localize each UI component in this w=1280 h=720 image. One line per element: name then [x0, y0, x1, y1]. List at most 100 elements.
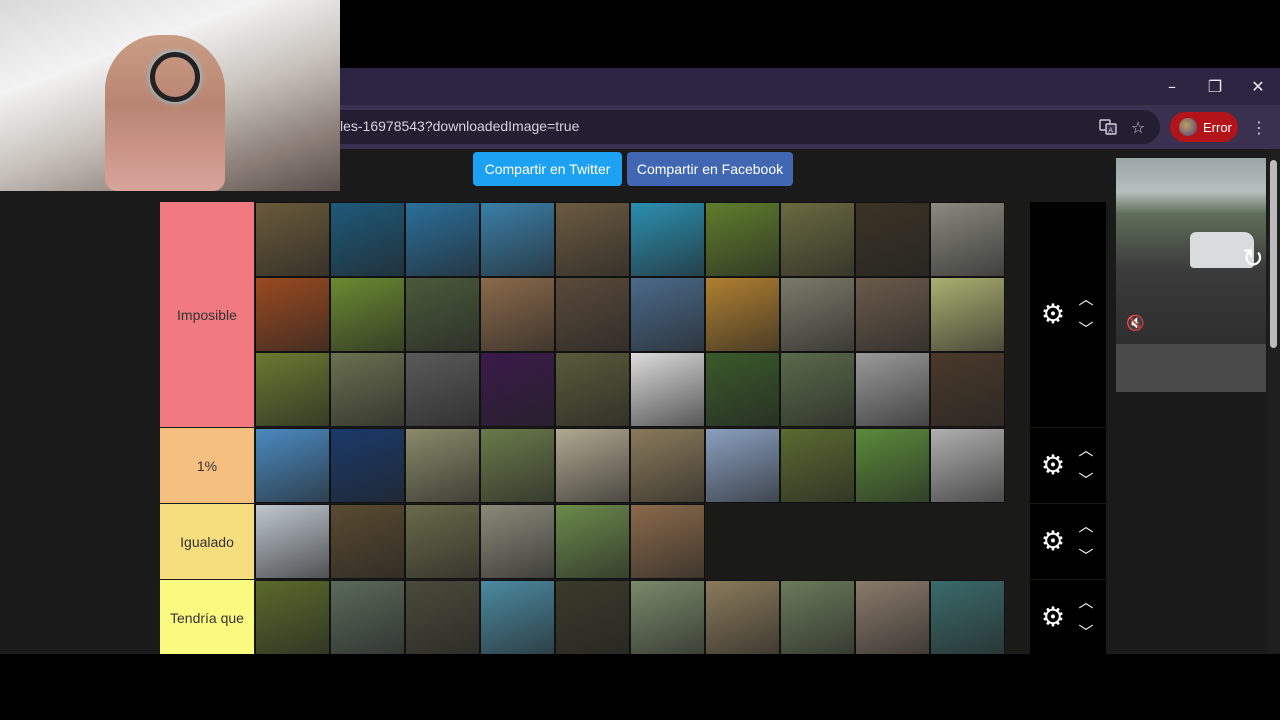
move-down-icon[interactable]: ﹀ [1074, 622, 1098, 642]
menu-icon[interactable]: ⋮ [1250, 116, 1268, 138]
tier-item-image[interactable] [780, 580, 855, 654]
tier-item-image[interactable] [780, 277, 855, 352]
minimize-button[interactable]: – [1150, 68, 1194, 105]
mute-icon[interactable]: 🔇 [1126, 314, 1145, 332]
tier-item-image[interactable] [255, 352, 330, 427]
tier-item-image[interactable] [330, 277, 405, 352]
tier-item-image[interactable] [705, 580, 780, 654]
tier-list: Imposible ⚙ ︿ ﹀ 1% ⚙ ︿ ﹀ Igualado ⚙ ︿ ﹀ Tendría que ⚙… [160, 202, 1106, 654]
tier-row: Imposible ⚙ ︿ ﹀ [160, 202, 1106, 427]
tier-item-image[interactable] [405, 352, 480, 427]
translate-icon[interactable]: A [1097, 116, 1119, 138]
tier-item-image[interactable] [480, 580, 555, 654]
tier-item-image[interactable] [855, 580, 930, 654]
share-twitter-button[interactable]: Compartir en Twitter [473, 152, 622, 186]
replay-icon[interactable]: ↻ [1242, 244, 1264, 274]
tier-item-image[interactable] [555, 277, 630, 352]
gear-icon[interactable]: ⚙ [1038, 450, 1068, 481]
tier-item-image[interactable] [705, 277, 780, 352]
tier-item-image[interactable] [255, 277, 330, 352]
tier-tiles [255, 580, 1005, 654]
tier-item-image[interactable] [405, 580, 480, 654]
tier-item-image[interactable] [630, 504, 705, 579]
video-frame[interactable]: ↻ 🔇 [1116, 158, 1266, 344]
scrollbar-thumb[interactable] [1270, 160, 1277, 348]
tier-label[interactable]: Imposible [160, 202, 254, 427]
tier-item-image[interactable] [930, 352, 1005, 427]
tier-item-image[interactable] [855, 352, 930, 427]
title-bar [340, 68, 1280, 105]
tier-item-image[interactable] [405, 504, 480, 579]
tier-row: 1% ⚙ ︿ ﹀ [160, 428, 1106, 503]
tier-tiles [255, 504, 1005, 579]
error-label: Error [1203, 119, 1232, 135]
tier-item-image[interactable] [330, 504, 405, 579]
move-up-icon[interactable]: ︿ [1074, 289, 1098, 309]
restore-button[interactable]: ❐ [1193, 68, 1237, 105]
headset-icon [150, 52, 200, 102]
tier-item-image[interactable] [255, 428, 330, 503]
tier-item-image[interactable] [255, 504, 330, 579]
tier-controls: ⚙ ︿ ﹀ [1030, 580, 1106, 654]
tier-item-image[interactable] [480, 277, 555, 352]
tier-label[interactable]: Igualado [160, 504, 254, 579]
profile-error-chip[interactable]: Error [1170, 112, 1238, 142]
tier-item-image[interactable] [480, 352, 555, 427]
tier-item-image[interactable] [705, 202, 780, 277]
tier-item-image[interactable] [780, 428, 855, 503]
move-down-icon[interactable]: ﹀ [1074, 546, 1098, 566]
tier-item-image[interactable] [630, 202, 705, 277]
tier-item-image[interactable] [855, 202, 930, 277]
tier-item-image[interactable] [705, 428, 780, 503]
move-down-icon[interactable]: ﹀ [1074, 470, 1098, 490]
gear-icon[interactable]: ⚙ [1038, 526, 1068, 557]
tier-item-image[interactable] [405, 202, 480, 277]
tier-item-image[interactable] [480, 504, 555, 579]
tier-item-image[interactable] [630, 428, 705, 503]
tier-item-image[interactable] [255, 580, 330, 654]
tier-item-image[interactable] [780, 352, 855, 427]
tier-item-image[interactable] [255, 202, 330, 277]
tier-item-image[interactable] [405, 277, 480, 352]
tier-row: Tendría que ⚙ ︿ ﹀ [160, 580, 1106, 654]
tier-item-image[interactable] [930, 428, 1005, 503]
tier-label[interactable]: 1% [160, 428, 254, 503]
tier-item-image[interactable] [555, 504, 630, 579]
tier-controls: ⚙ ︿ ﹀ [1030, 202, 1106, 427]
tier-item-image[interactable] [855, 428, 930, 503]
tier-item-image[interactable] [930, 202, 1005, 277]
tier-item-image[interactable] [555, 352, 630, 427]
tier-item-image[interactable] [630, 277, 705, 352]
tier-item-image[interactable] [630, 580, 705, 654]
tier-controls: ⚙ ︿ ﹀ [1030, 428, 1106, 503]
tier-item-image[interactable] [630, 352, 705, 427]
tier-item-image[interactable] [480, 428, 555, 503]
tier-item-image[interactable] [555, 580, 630, 654]
tier-item-image[interactable] [930, 277, 1005, 352]
star-icon[interactable]: ☆ [1127, 116, 1149, 138]
move-up-icon[interactable]: ︿ [1074, 516, 1098, 536]
share-facebook-button[interactable]: Compartir en Facebook [627, 152, 793, 186]
tier-item-image[interactable] [330, 428, 405, 503]
tier-item-image[interactable] [855, 277, 930, 352]
tier-item-image[interactable] [330, 352, 405, 427]
tier-item-image[interactable] [555, 428, 630, 503]
tier-tiles [255, 428, 1005, 503]
tier-label[interactable]: Tendría que [160, 580, 254, 654]
gear-icon[interactable]: ⚙ [1038, 299, 1068, 330]
tier-item-image[interactable] [330, 580, 405, 654]
url-text[interactable]: les-16978543?downloadedImage=true [340, 118, 579, 134]
tier-item-image[interactable] [930, 580, 1005, 654]
tier-item-image[interactable] [780, 202, 855, 277]
gear-icon[interactable]: ⚙ [1038, 602, 1068, 633]
close-button[interactable]: ✕ [1236, 68, 1280, 105]
tier-item-image[interactable] [330, 202, 405, 277]
tier-item-image[interactable] [405, 428, 480, 503]
move-up-icon[interactable]: ︿ [1074, 592, 1098, 612]
move-down-icon[interactable]: ﹀ [1074, 319, 1098, 339]
tier-item-image[interactable] [480, 202, 555, 277]
move-up-icon[interactable]: ︿ [1074, 440, 1098, 460]
tier-item-image[interactable] [555, 202, 630, 277]
tier-item-image[interactable] [705, 352, 780, 427]
tier-tiles [255, 202, 1005, 427]
